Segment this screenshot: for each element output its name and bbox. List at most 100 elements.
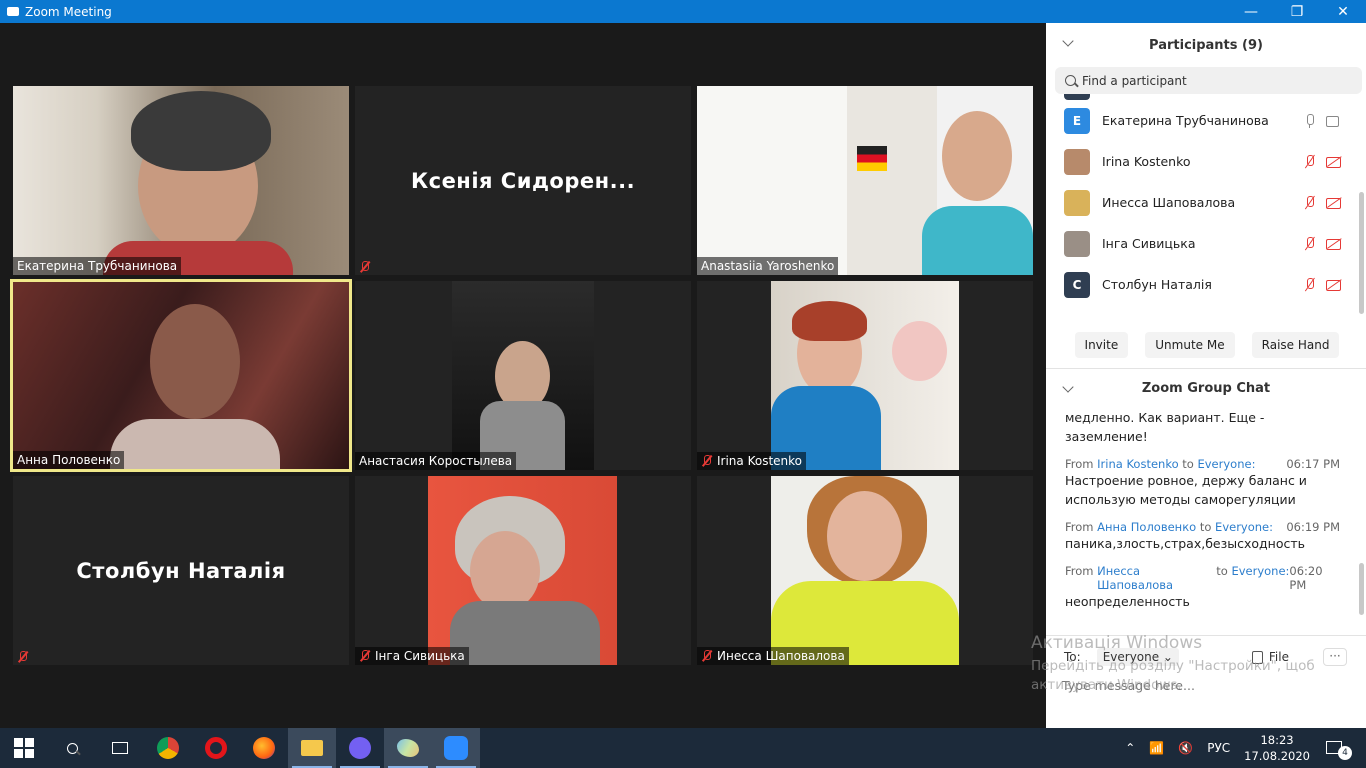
recipient-link[interactable]: Everyone: — [1215, 520, 1273, 534]
clock[interactable]: 18:23 17.08.2020 — [1244, 732, 1310, 764]
collapse-chevron-icon[interactable] — [1062, 381, 1074, 393]
participant-name: Irina Kostenko — [1102, 154, 1191, 169]
participant-item[interactable]: Irina Kostenko — [1046, 141, 1366, 182]
participant-video — [892, 321, 947, 381]
video-tile[interactable]: Irina Kostenko — [697, 281, 1033, 470]
chat-messages: медленно. Как вариант. Еще - заземление!… — [1046, 408, 1366, 618]
video-tile[interactable]: Ксенія Сидорен... — [355, 86, 691, 275]
participant-video — [792, 301, 867, 341]
video-tile[interactable]: Екатерина Трубчанинова — [13, 86, 349, 275]
muted-mic-icon — [701, 455, 713, 467]
to-label: to — [1182, 457, 1194, 471]
video-tile[interactable]: Анастасия Коростылева — [355, 281, 691, 470]
microphone-muted-icon[interactable] — [1302, 154, 1318, 169]
notifications-button[interactable]: 4 — [1324, 738, 1352, 760]
collapse-chevron-icon[interactable] — [1062, 35, 1074, 47]
chat-title: Zoom Group Chat — [1141, 381, 1271, 396]
start-button[interactable] — [0, 728, 48, 768]
chat-scrollbar[interactable] — [1359, 563, 1364, 615]
participant-big-name: Столбун Наталія — [76, 558, 286, 583]
avatar — [1064, 230, 1090, 257]
participant-search-input[interactable]: Find a participant — [1055, 67, 1362, 94]
language-indicator[interactable]: РУС — [1207, 741, 1230, 755]
zoom-taskbar-button[interactable] — [432, 728, 480, 768]
system-tray: ⌃ 📶 🔇 РУС 18:23 17.08.2020 4 — [1125, 732, 1366, 764]
participants-header: Participants (9) — [1046, 23, 1366, 67]
restore-button[interactable]: ❐ — [1274, 0, 1320, 23]
participant-item[interactable]: Инесса Шаповалова — [1046, 182, 1366, 223]
video-tile[interactable]: Столбун Наталія — [13, 476, 349, 665]
participants-scrollbar[interactable] — [1359, 192, 1364, 314]
camera-off-icon[interactable] — [1326, 237, 1342, 251]
recipient-link[interactable]: Everyone: — [1197, 457, 1255, 471]
chat-message-text: Настроение ровное, держу баланс и исполь… — [1065, 473, 1307, 507]
network-icon[interactable]: 📶 — [1149, 741, 1164, 755]
video-tile[interactable]: Інга Сивицька — [355, 476, 691, 665]
recipient-link[interactable]: Everyone: — [1231, 564, 1289, 592]
raise-hand-button[interactable]: Raise Hand — [1251, 332, 1340, 358]
participant-video — [470, 531, 540, 611]
zoom-icon — [444, 736, 468, 760]
microphone-icon[interactable] — [1302, 113, 1318, 128]
camera-icon[interactable] — [1326, 114, 1342, 128]
participant-name-label: Анна Половенко — [13, 451, 125, 469]
participant-item[interactable]: C Столбун Наталія — [1046, 264, 1366, 305]
opera-icon — [205, 737, 227, 759]
video-tile[interactable]: Anastasiia Yaroshenko — [697, 86, 1033, 275]
sender-link[interactable]: Irina Kostenko — [1097, 457, 1178, 471]
camera-off-icon[interactable] — [1326, 278, 1342, 292]
participant-item[interactable]: Інга Сивицька — [1046, 223, 1366, 264]
clock-time: 18:23 — [1260, 733, 1294, 747]
video-tile[interactable]: Инесса Шаповалова — [697, 476, 1033, 665]
to-label: to — [1199, 520, 1212, 534]
participant-name: Столбун Наталія — [1102, 277, 1212, 292]
participant-name-label: Irina Kostenko — [697, 452, 807, 470]
participant-video — [857, 146, 887, 171]
participants-actions: Invite Unmute Me Raise Hand — [1046, 324, 1366, 368]
minimize-button[interactable]: — — [1228, 0, 1274, 23]
sender-link[interactable]: Анна Половенко — [1097, 520, 1196, 534]
video-tile-active-speaker[interactable]: Анна Половенко — [10, 279, 352, 472]
chat-message-text: паника,злость,страх,безысходность — [1065, 536, 1306, 551]
participant-name: Екатерина Трубчанинова — [1102, 113, 1269, 128]
opera-taskbar-button[interactable] — [192, 728, 240, 768]
participant-name-label — [13, 649, 33, 665]
microphone-muted-icon[interactable] — [1302, 236, 1318, 251]
folder-icon — [301, 740, 323, 756]
invite-button[interactable]: Invite — [1074, 332, 1129, 358]
side-panel: Participants (9) Find a participant E Ек… — [1046, 23, 1366, 728]
windows-activation-subtext: Перейдіть до розділу "Настройки", щоб ак… — [1031, 658, 1315, 693]
zoom-app-icon — [7, 7, 19, 16]
video-gallery: Екатерина Трубчанинова Ксенія Сидорен...… — [0, 23, 1046, 728]
sender-link[interactable]: Инесса Шаповалова — [1097, 564, 1212, 592]
file-explorer-taskbar-button[interactable] — [288, 728, 336, 768]
viber-taskbar-button[interactable] — [336, 728, 384, 768]
participant-item[interactable]: E Екатерина Трубчанинова — [1046, 100, 1366, 141]
task-view-icon — [112, 742, 128, 754]
avatar: C — [1064, 271, 1090, 298]
notification-count-badge: 4 — [1338, 746, 1352, 760]
firefox-taskbar-button[interactable] — [240, 728, 288, 768]
chrome-taskbar-button[interactable] — [144, 728, 192, 768]
microphone-muted-icon[interactable] — [1302, 277, 1318, 292]
participant-name-label: Інга Сивицька — [355, 647, 469, 665]
microphone-muted-icon[interactable] — [1302, 195, 1318, 210]
show-hidden-icons-chevron-icon[interactable]: ⌃ — [1125, 741, 1135, 755]
paint-taskbar-button[interactable] — [384, 728, 432, 768]
volume-muted-icon[interactable]: 🔇 — [1178, 741, 1193, 755]
participant-video — [110, 419, 280, 469]
participant-name: Інга Сивицька — [1102, 236, 1196, 251]
task-view-button[interactable] — [96, 728, 144, 768]
search-button[interactable] — [48, 728, 96, 768]
clock-date: 17.08.2020 — [1244, 749, 1310, 763]
camera-off-icon[interactable] — [1326, 196, 1342, 210]
unmute-me-button[interactable]: Unmute Me — [1145, 332, 1235, 358]
to-label: to — [1216, 564, 1228, 578]
camera-off-icon[interactable] — [1326, 155, 1342, 169]
close-button[interactable]: ✕ — [1320, 0, 1366, 23]
participants-list: E Екатерина Трубчанинова Irina Kostenko … — [1046, 94, 1366, 324]
muted-mic-icon — [359, 261, 371, 273]
chat-header: Zoom Group Chat — [1046, 368, 1366, 408]
participant-name-label: Инесса Шаповалова — [697, 647, 849, 665]
title-bar: Zoom Meeting — ❐ ✕ — [0, 0, 1366, 23]
